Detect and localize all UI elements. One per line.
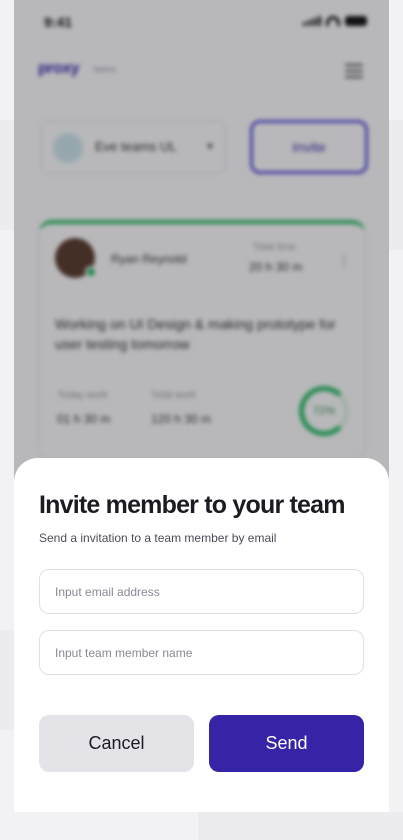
- background-stripe: [0, 120, 14, 230]
- team-member-name-input[interactable]: [39, 630, 364, 675]
- send-button[interactable]: Send: [209, 715, 364, 772]
- invite-modal: Invite member to your team Send a invita…: [14, 458, 389, 812]
- modal-title: Invite member to your team: [39, 491, 345, 519]
- background-stripe: [389, 120, 403, 250]
- modal-subtitle: Send a invitation to a team member by em…: [39, 531, 277, 545]
- cancel-button[interactable]: Cancel: [39, 715, 194, 772]
- email-input[interactable]: [39, 569, 364, 614]
- background-stripe: [198, 812, 403, 840]
- phone-screen: 9:41 proxy teams Eve teams UL ▾ Invite R…: [14, 0, 389, 812]
- background-stripe: [0, 630, 14, 730]
